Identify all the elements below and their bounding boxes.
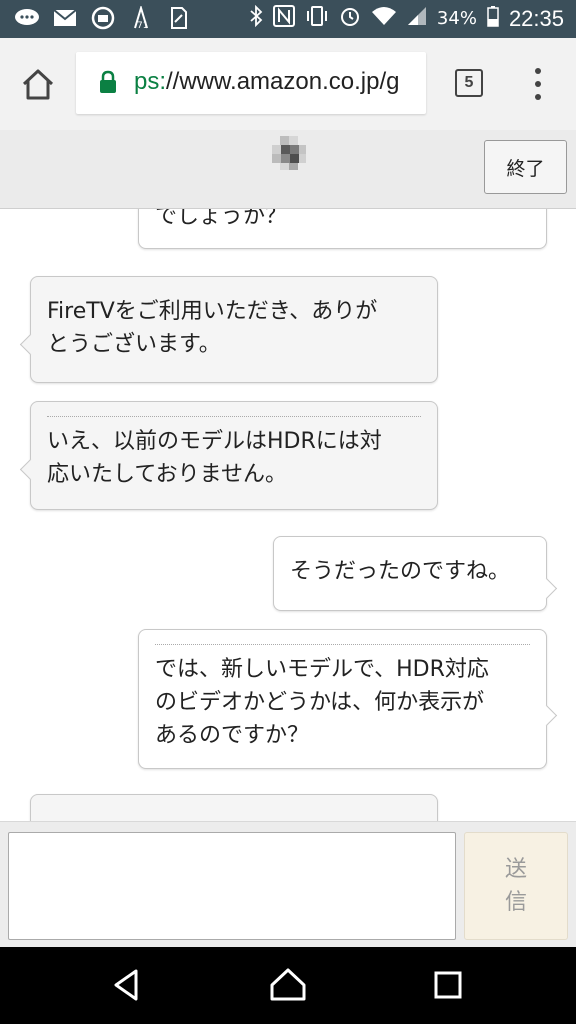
tab-switcher-button[interactable]: 5 bbox=[455, 69, 483, 97]
battery-icon bbox=[487, 5, 499, 32]
system-nav-bar bbox=[0, 947, 576, 1024]
send-label-line-2: 信 bbox=[504, 890, 527, 915]
customer-message: でしょうか？ bbox=[138, 209, 547, 249]
cell-signal-icon bbox=[407, 6, 427, 31]
agent-message: FireTVをご利用いただき、ありが とうございます。 bbox=[19, 276, 438, 383]
lock-icon bbox=[98, 70, 118, 98]
url-scheme: ps: bbox=[134, 68, 167, 95]
message-composer: 送 信 bbox=[0, 821, 576, 948]
message-text: そうだったのですね。 bbox=[290, 559, 511, 584]
home-icon[interactable] bbox=[18, 64, 58, 104]
message-input[interactable] bbox=[8, 832, 456, 940]
url-host: //www.amazon.co.jp/g bbox=[166, 68, 400, 95]
svg-text:71: 71 bbox=[137, 21, 148, 30]
signal-stats-icon: 71 bbox=[128, 6, 154, 30]
sim-icon bbox=[166, 7, 192, 29]
agent-message: いえ、以前のモデルはHDRには対 応いたしておりません。 bbox=[19, 401, 438, 510]
url-text: ps://www.amazon.co.jp/g bbox=[134, 68, 399, 96]
message-text: FireTVをご利用いただき、ありが とうございます。 bbox=[47, 299, 378, 357]
agent-message bbox=[30, 794, 438, 821]
mail-icon bbox=[52, 7, 78, 29]
nfc-icon bbox=[272, 5, 295, 32]
browser-toolbar: ps://www.amazon.co.jp/g 5 bbox=[0, 38, 576, 130]
message-separator bbox=[155, 644, 530, 645]
customer-message: では、新しいモデルで、HDR対応 のビデオかどうかは、何か表示が あるのですか？ bbox=[138, 629, 558, 769]
send-label-line-1: 送 bbox=[504, 857, 527, 882]
end-chat-button[interactable]: 終了 bbox=[484, 140, 567, 194]
photo-icon bbox=[90, 6, 116, 30]
agent-avatar bbox=[272, 136, 306, 170]
message-text: いえ、以前のモデルはHDRには対 応いたしておりません。 bbox=[47, 429, 382, 487]
overflow-menu-icon[interactable] bbox=[528, 66, 548, 102]
battery-percent: 34% bbox=[436, 8, 477, 29]
message-separator bbox=[47, 416, 421, 417]
vibrate-icon bbox=[305, 5, 329, 32]
customer-message: そうだったのですね。 bbox=[273, 536, 558, 611]
bluetooth-icon bbox=[249, 4, 263, 32]
home-nav-icon[interactable] bbox=[268, 965, 308, 1005]
url-bar[interactable]: ps://www.amazon.co.jp/g bbox=[76, 52, 426, 114]
alarm-icon bbox=[339, 5, 361, 32]
messenger-icon bbox=[14, 7, 40, 29]
message-text: では、新しいモデルで、HDR対応 のビデオかどうかは、何か表示が あるのですか？ bbox=[155, 657, 489, 748]
send-button[interactable]: 送 信 bbox=[464, 832, 568, 940]
clock: 22:35 bbox=[508, 5, 564, 31]
recents-icon[interactable] bbox=[428, 965, 468, 1005]
wifi-icon bbox=[371, 6, 397, 31]
status-bar: 71 34% 22:35 bbox=[0, 0, 576, 38]
back-icon[interactable] bbox=[108, 965, 148, 1005]
chat-messages[interactable]: でしょうか？ FireTVをご利用いただき、ありが とうございます。 いえ、以前… bbox=[0, 209, 576, 821]
message-text: でしょうか？ bbox=[155, 209, 288, 229]
